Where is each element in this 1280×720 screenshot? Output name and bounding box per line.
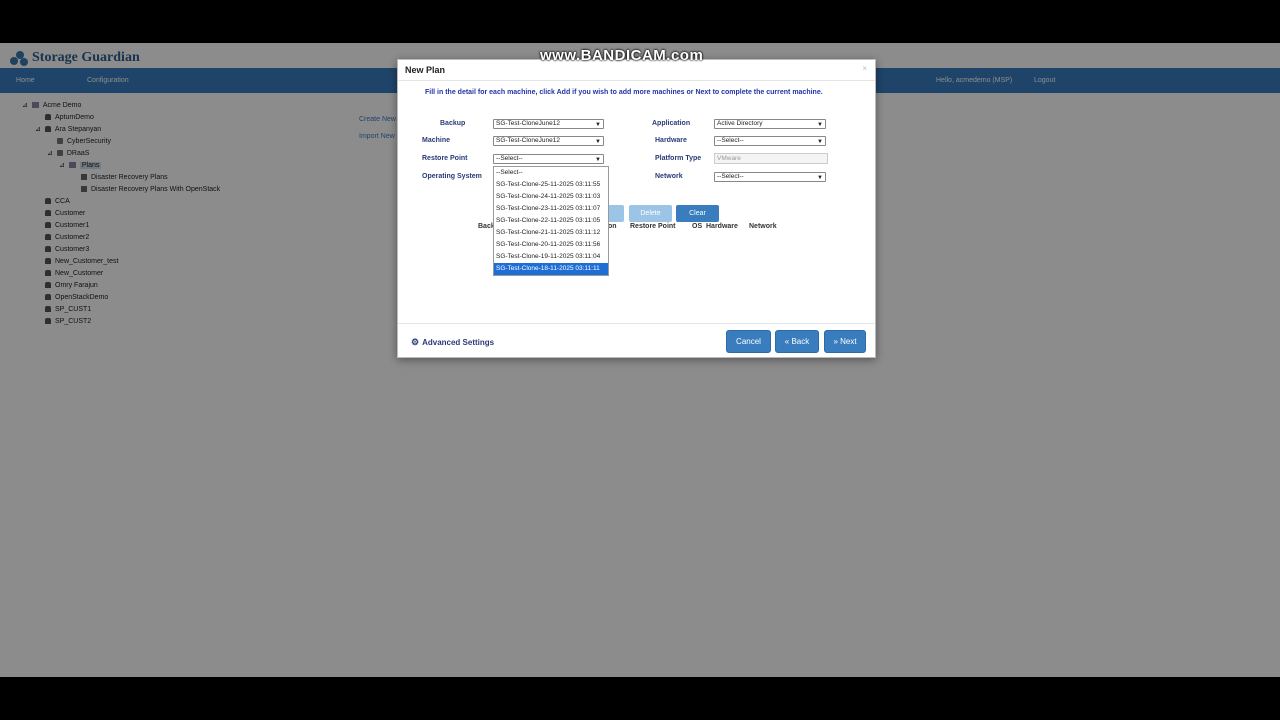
hardware-label: Hardware xyxy=(655,137,687,144)
divider xyxy=(398,323,875,324)
next-button[interactable]: » Next xyxy=(824,330,866,353)
machine-select[interactable]: SG-Test-CloneJune12 ▼ xyxy=(493,136,604,146)
clear-button[interactable]: Clear xyxy=(676,205,719,222)
restore-point-dropdown[interactable]: --Select-- SG-Test-Clone-25-11-2025 03:1… xyxy=(493,166,609,276)
restore-point-label: Restore Point xyxy=(422,155,468,162)
application-select[interactable]: Active Directory ▼ xyxy=(714,119,826,129)
restore-option-selected[interactable]: SG-Test-Clone-18-11-2025 03:11:11 xyxy=(494,263,608,275)
backup-label: Backup xyxy=(440,120,466,127)
operating-system-label: Operating System xyxy=(422,173,482,180)
hardware-select[interactable]: --Select-- ▼ xyxy=(714,136,826,146)
backup-select[interactable]: SG-Test-CloneJune12 ▼ xyxy=(493,119,604,129)
network-label: Network xyxy=(655,173,683,180)
application-label: Application xyxy=(652,120,691,127)
divider xyxy=(398,80,875,81)
col-header-application: on xyxy=(608,223,617,230)
gear-icon: ⚙ xyxy=(411,337,420,347)
platform-type-label: Platform Type xyxy=(655,155,702,162)
restore-option[interactable]: SG-Test-Clone-25-11-2025 03:11:55 xyxy=(494,179,608,191)
new-plan-dialog: New Plan × Fill in the detail for each m… xyxy=(397,59,876,358)
back-button[interactable]: « Back xyxy=(775,330,819,353)
col-header-os: OS xyxy=(692,223,703,230)
restore-option[interactable]: SG-Test-Clone-20-11-2025 03:11:56 xyxy=(494,239,608,251)
chevron-down-icon: ▼ xyxy=(817,175,823,181)
recording-watermark: www.BANDICAM.com xyxy=(540,47,704,64)
col-header-restore-point: Restore Point xyxy=(630,223,676,230)
machine-label: Machine xyxy=(422,137,451,144)
restore-point-value: --Select-- xyxy=(496,155,523,162)
app-window: Storage Guardian Home Configuration Hell… xyxy=(0,43,1280,677)
chevron-down-icon: ▼ xyxy=(817,139,823,145)
advanced-settings-label: Advanced Settings xyxy=(422,338,495,347)
col-header-network: Network xyxy=(749,223,777,230)
restore-option[interactable]: SG-Test-Clone-19-11-2025 03:11:04 xyxy=(494,251,608,263)
platform-type-field: VMware xyxy=(714,153,828,164)
restore-option[interactable]: SG-Test-Clone-23-11-2025 03:11:07 xyxy=(494,203,608,215)
close-icon[interactable]: × xyxy=(862,64,867,73)
letterbox-top xyxy=(0,0,1280,43)
restore-option[interactable]: --Select-- xyxy=(494,167,608,179)
network-select[interactable]: --Select-- ▼ xyxy=(714,172,826,182)
dialog-title: New Plan xyxy=(405,65,446,75)
restore-option[interactable]: SG-Test-Clone-22-11-2025 03:11:05 xyxy=(494,215,608,227)
letterbox-bottom xyxy=(0,677,1280,720)
advanced-settings-link[interactable]: ⚙ Advanced Settings xyxy=(411,337,494,348)
restore-option[interactable]: SG-Test-Clone-21-11-2025 03:11:12 xyxy=(494,227,608,239)
delete-button[interactable]: Delete xyxy=(629,205,672,222)
restore-point-select[interactable]: --Select-- ▼ xyxy=(493,154,604,164)
chevron-down-icon: ▼ xyxy=(595,157,601,163)
application-value: Active Directory xyxy=(717,120,763,127)
cancel-button[interactable]: Cancel xyxy=(726,330,771,353)
network-value: --Select-- xyxy=(717,173,744,180)
machine-value: SG-Test-CloneJune12 xyxy=(496,137,560,144)
hardware-value: --Select-- xyxy=(717,137,744,144)
backup-value: SG-Test-CloneJune12 xyxy=(496,120,560,127)
chevron-down-icon: ▼ xyxy=(817,122,823,128)
chevron-down-icon: ▼ xyxy=(595,139,601,145)
instructions-text: Fill in the detail for each machine, cli… xyxy=(425,89,823,96)
restore-option[interactable]: SG-Test-Clone-24-11-2025 03:11:03 xyxy=(494,191,608,203)
col-header-hardware: Hardware xyxy=(706,223,738,230)
chevron-down-icon: ▼ xyxy=(595,122,601,128)
